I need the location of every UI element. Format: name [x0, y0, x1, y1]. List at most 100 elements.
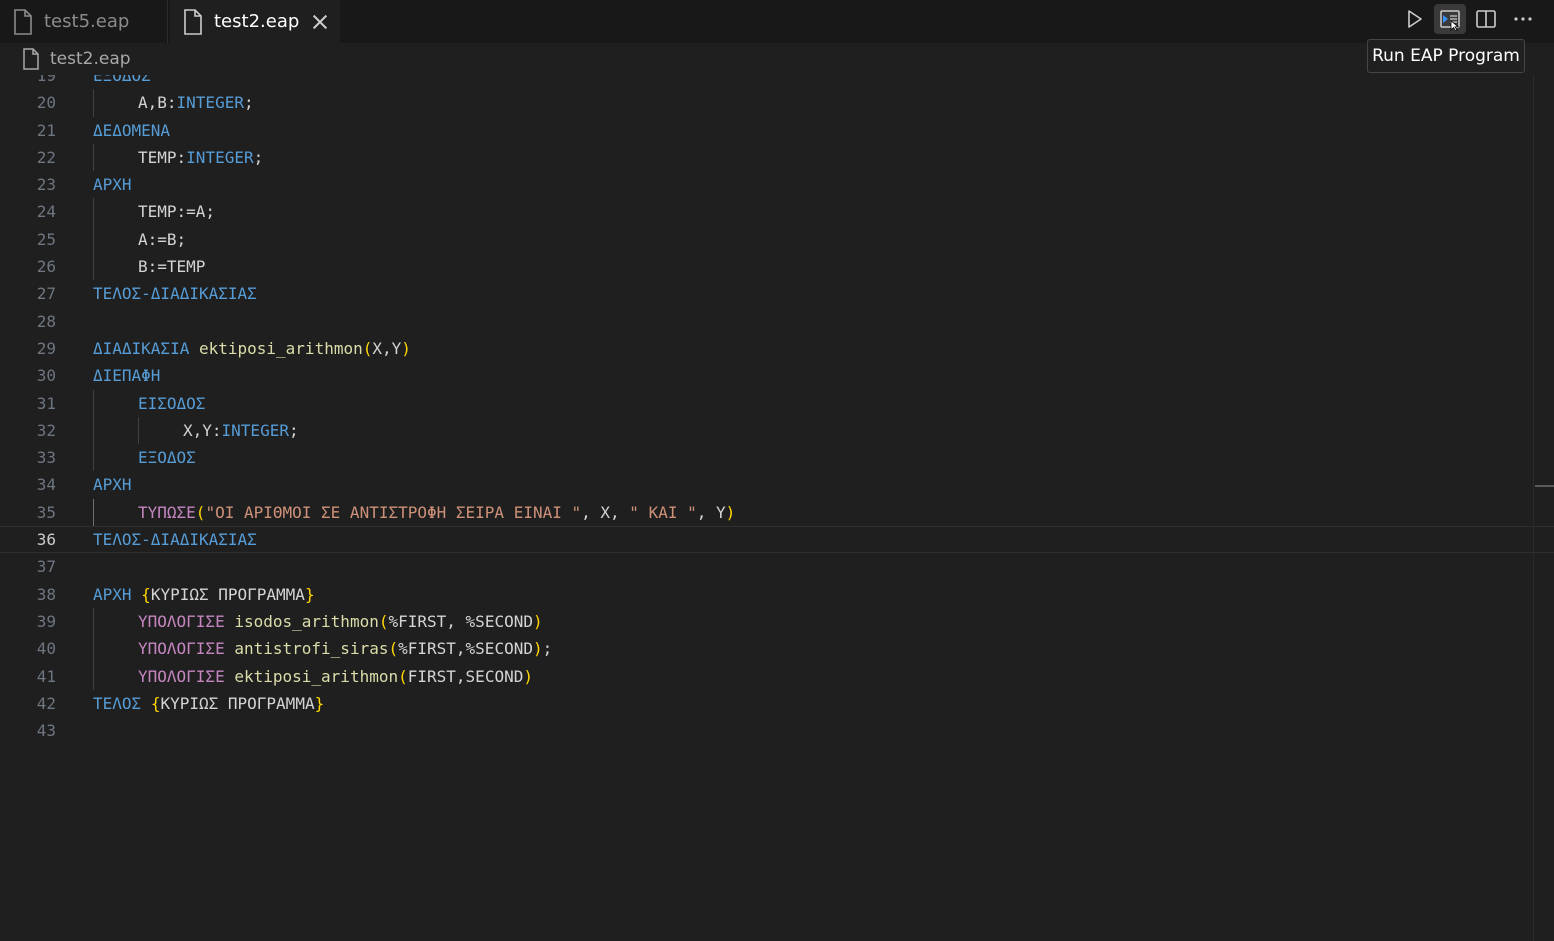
code-token: ΔΙΑΔΙΚΑΣΙΑ — [93, 338, 190, 358]
indent-guide — [93, 89, 94, 117]
code-line[interactable]: 26 B:=TEMP — [0, 253, 1554, 281]
code-text: ΥΠΟΛΟΓΙΣΕ ektiposi_arithmon(FIRST,SECOND… — [138, 663, 533, 690]
code-token: } — [314, 693, 325, 713]
code-token: " ΚΑΙ " — [629, 502, 697, 522]
code-token: ΤΕΛΟΣ — [93, 693, 142, 713]
split-editor-icon[interactable] — [1470, 4, 1502, 34]
code-line[interactable]: 30 ΔΙΕΠΑΦΗ — [0, 362, 1554, 389]
code-line[interactable]: 37 — [0, 553, 1554, 580]
code-token: %FIRST, %SECOND — [388, 611, 533, 631]
code-text: ΑΡΧΗ {ΚΥΡΙΩΣ ΠΡΟΓΡΑΜΜΑ} — [93, 581, 315, 608]
code-line[interactable]: 33 ΕΞΟΔΟΣ — [0, 444, 1554, 472]
code-lines: 19 ΕΞΟΔΟΣ 20 A,B:INTEGER; 21 ΔΕΔΟΜΕΝΑ 22 TEMP:I… — [0, 75, 1554, 744]
code-token: X,Y — [372, 338, 402, 358]
code-line[interactable]: 31 ΕΙΣΟΔΟΣ — [0, 389, 1554, 417]
code-text: ΑΡΧΗ — [93, 171, 132, 198]
code-token: FIRST,SECOND — [407, 666, 524, 686]
code-token: ΔΕΔΟΜΕΝΑ — [93, 120, 171, 140]
code-token: ΥΠΟΛΟΓΙΣΕ — [138, 639, 225, 659]
code-text: ΔΙΕΠΑΦΗ — [93, 362, 160, 389]
breadcrumb-file[interactable]: test2.eap — [50, 49, 131, 69]
tooltip: Run EAP Program — [1367, 39, 1525, 73]
code-token: ( — [195, 502, 206, 522]
code-text: X,Y:INTEGER; — [183, 417, 299, 444]
code-token: TEMP:=A; — [138, 202, 216, 222]
close-icon[interactable] — [310, 12, 330, 32]
code-token: ΕΞΟΔΟΣ — [138, 448, 196, 468]
code-line[interactable]: 39 ΥΠΟΛΟΓΙΣΕ isodos_arithmon(%FIRST, %SEC… — [0, 607, 1554, 636]
line-number: 41 — [36, 666, 56, 686]
code-text: ΤΕΛΟΣ-ΔΙΑΔΙΚΑΣΙΑΣ — [93, 280, 257, 307]
code-token: ΥΠΟΛΟΓΙΣΕ — [138, 611, 225, 631]
code-token: "ΟΙ ΑΡΙΘΜΟΙ ΣΕ ΑΝΤΙΣΤΡΟΦΗ ΣΕΙΡΑ ΕΙΝΑΙ " — [205, 502, 582, 522]
tab-test2[interactable]: test2.eap — [170, 0, 340, 43]
code-line[interactable]: 23 ΑΡΧΗ — [0, 171, 1554, 198]
line-number: 35 — [36, 502, 56, 522]
indent-guide — [93, 635, 94, 663]
code-token: { — [150, 693, 161, 713]
code-text: ΔΙΑΔΙΚΑΣΙΑ ektiposi_arithmon(X,Y) — [93, 335, 411, 362]
code-line[interactable]: 35 ΤΥΠΩΣΕ("ΟΙ ΑΡΙΘΜΟΙ ΣΕ ΑΝΤΙΣΤΡΟΦΗ ΣΕΙΡΑ… — [0, 498, 1554, 527]
code-token: ( — [362, 338, 373, 358]
line-number: 24 — [36, 202, 56, 222]
indent-guide — [93, 225, 94, 254]
code-line[interactable]: 32 X,Y:INTEGER; — [0, 416, 1554, 445]
tab-test5[interactable]: test5.eap — [0, 0, 168, 43]
code-token: TEMP: — [138, 147, 187, 167]
code-token: ; — [288, 420, 299, 440]
code-text: ΕΙΣΟΔΟΣ — [138, 390, 205, 417]
indent-guide — [93, 198, 94, 226]
line-number: 38 — [36, 584, 56, 604]
indent-guide — [93, 498, 94, 527]
code-line[interactable]: 38 ΑΡΧΗ {ΚΥΡΙΩΣ ΠΡΟΓΡΑΜΜΑ} — [0, 581, 1554, 608]
code-text: B:=TEMP — [138, 253, 205, 280]
line-number: 37 — [36, 557, 56, 577]
code-token: } — [304, 584, 315, 604]
line-number: 42 — [36, 693, 56, 713]
line-number: 23 — [36, 175, 56, 195]
code-line[interactable]: 19 ΕΞΟΔΟΣ — [0, 75, 1554, 89]
code-line[interactable]: 24 TEMP:=A; — [0, 198, 1554, 226]
code-line[interactable]: 36 ΤΕΛΟΣ-ΔΙΑΔΙΚΑΣΙΑΣ — [0, 526, 1554, 553]
vertical-scrollbar[interactable] — [1533, 75, 1534, 941]
line-number: 20 — [36, 93, 56, 113]
code-line[interactable]: 41 ΥΠΟΛΟΓΙΣΕ ektiposi_arithmon(FIRST,SECO… — [0, 662, 1554, 690]
code-line[interactable]: 27 ΤΕΛΟΣ-ΔΙΑΔΙΚΑΣΙΑΣ — [0, 280, 1554, 307]
code-token: ΚΥΡΙΩΣ ΠΡΟΓΡΑΜΜΑ — [160, 693, 315, 713]
code-line[interactable]: 29 ΔΙΑΔΙΚΑΣΙΑ ektiposi_arithmon(X,Y) — [0, 335, 1554, 362]
run-eap-program-icon[interactable] — [1434, 4, 1466, 34]
code-line[interactable]: 34 ΑΡΧΗ — [0, 471, 1554, 498]
code-line[interactable]: 20 A,B:INTEGER; — [0, 89, 1554, 117]
code-editor[interactable]: 19 ΕΞΟΔΟΣ 20 A,B:INTEGER; 21 ΔΕΔΟΜΕΝΑ 22 TEMP:I… — [0, 75, 1554, 941]
code-line[interactable]: 40 ΥΠΟΛΟΓΙΣΕ antistrofi_siras(%FIRST,%SEC… — [0, 635, 1554, 663]
line-number: 28 — [36, 311, 56, 331]
code-token: X,Y: — [183, 420, 222, 440]
code-line[interactable]: 22 TEMP:INTEGER; — [0, 143, 1554, 172]
code-token: A:=B; — [138, 229, 187, 249]
indent-guide — [93, 444, 94, 472]
more-actions-icon[interactable] — [1507, 4, 1539, 34]
code-text: ΕΞΟΔΟΣ — [138, 444, 196, 471]
line-number: 43 — [36, 721, 56, 741]
tab-label: test5.eap — [44, 11, 130, 32]
code-token: ; — [253, 147, 264, 167]
code-token: ΕΙΣΟΔΟΣ — [138, 393, 206, 413]
code-token: { — [141, 584, 151, 604]
code-token: ΑΡΧΗ — [93, 584, 132, 604]
code-line[interactable]: 28 — [0, 308, 1554, 335]
code-line[interactable]: 25 A:=B; — [0, 225, 1554, 254]
code-token: ; — [243, 93, 254, 113]
code-line[interactable]: 42 ΤΕΛΟΣ {ΚΥΡΙΩΣ ΠΡΟΓΡΑΜΜΑ} — [0, 690, 1554, 717]
line-number: 27 — [36, 284, 56, 304]
code-line[interactable]: 21 ΔΕΔΟΜΕΝΑ — [0, 117, 1554, 144]
code-token: ΑΡΧΗ — [93, 175, 132, 195]
code-text: A:=B; — [138, 226, 186, 253]
run-icon[interactable] — [1398, 4, 1430, 34]
code-token: ΤΥΠΩΣΕ — [138, 502, 196, 522]
code-token: INTEGER — [176, 93, 244, 113]
tab-bar: test5.eap test2.eap — [0, 0, 1554, 43]
code-line[interactable]: 43 — [0, 717, 1554, 744]
line-number: 33 — [36, 448, 56, 468]
code-token: ) — [523, 666, 533, 686]
